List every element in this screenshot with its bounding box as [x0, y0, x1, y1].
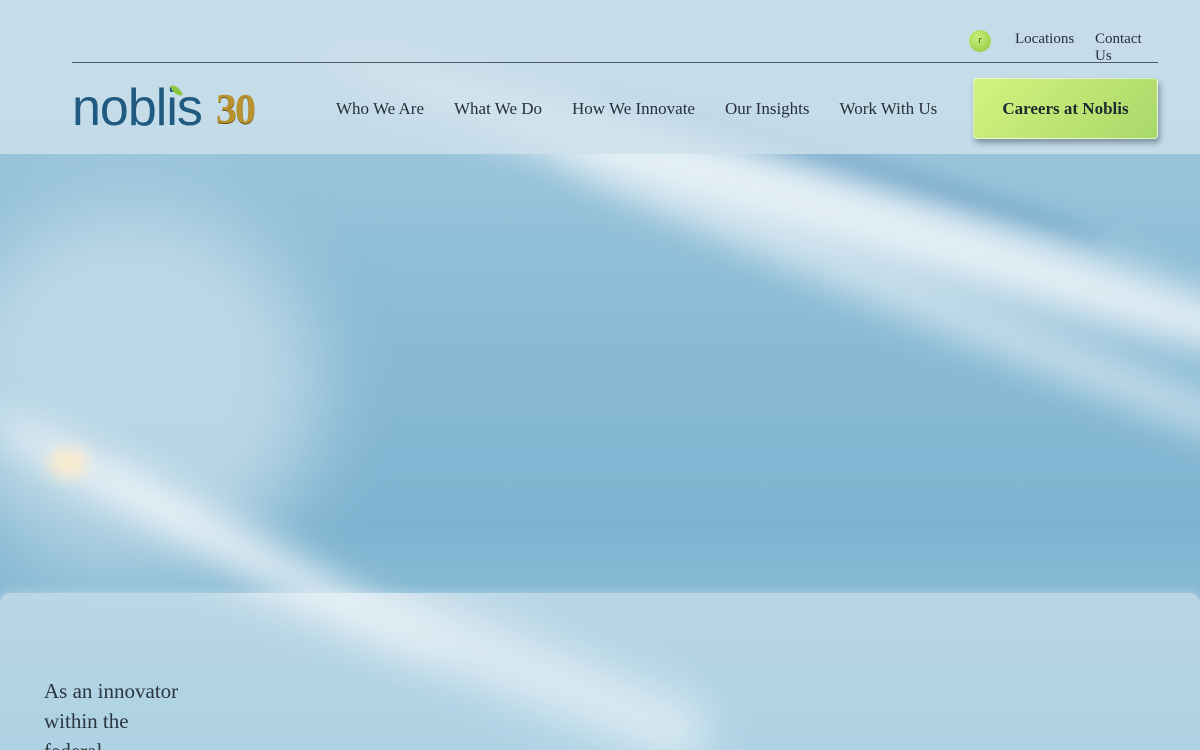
locations-link[interactable]: Locations: [1015, 31, 1074, 48]
nav-work-with-us[interactable]: Work With Us: [840, 99, 938, 119]
light-flare: [48, 448, 88, 478]
intro-paragraph: As an innovator within the federal: [44, 679, 179, 750]
main-navigation: Who We Are What We Do How We Innovate Ou…: [336, 99, 937, 119]
nav-how-we-innovate[interactable]: How We Innovate: [572, 99, 695, 119]
logo-wordmark: noblis: [72, 79, 203, 137]
utility-bar: r Locations Contact Us: [72, 0, 1158, 65]
nav-what-we-do[interactable]: What We Do: [454, 99, 542, 119]
search-icon[interactable]: r: [969, 30, 991, 52]
careers-button[interactable]: Careers at Noblis: [973, 78, 1158, 139]
site-header: r Locations Contact Us noblis 30 Who We …: [0, 0, 1200, 154]
panel-light-streak: [207, 593, 713, 750]
content-panel: As an innovator within the federal: [0, 593, 1200, 750]
noblis-logo[interactable]: noblis 30: [72, 79, 277, 137]
contact-us-link[interactable]: Contact Us: [1095, 31, 1158, 65]
nav-our-insights[interactable]: Our Insights: [725, 99, 810, 119]
logo-anniversary-30: 30: [216, 87, 256, 133]
nav-who-we-are[interactable]: Who We Are: [336, 99, 424, 119]
